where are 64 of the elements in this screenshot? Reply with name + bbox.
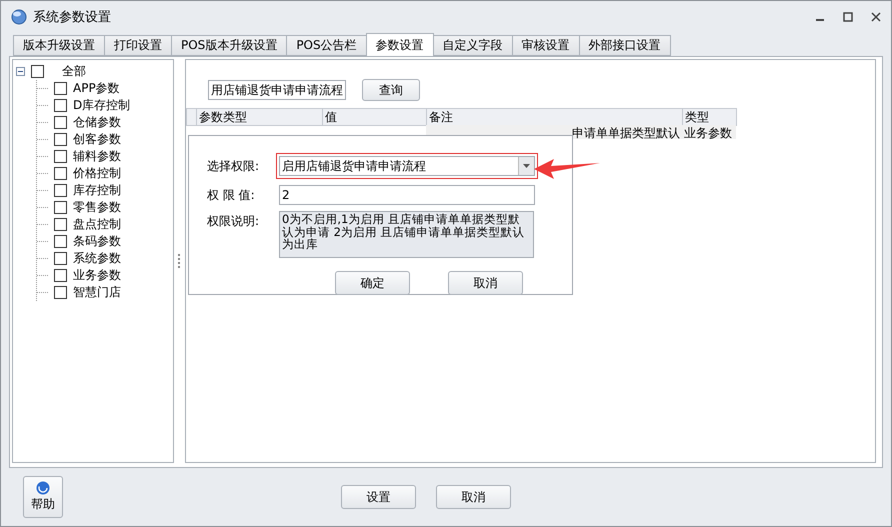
checkbox[interactable]	[54, 82, 67, 95]
pointer-arrow	[534, 159, 600, 179]
checkbox[interactable]	[54, 218, 67, 231]
tab[interactable]: 外部接口设置	[578, 35, 671, 56]
checkbox[interactable]	[54, 99, 67, 112]
help-button[interactable]: 帮助	[23, 476, 63, 518]
tree-item[interactable]: 盘点控制	[73, 216, 121, 233]
help-icon	[36, 481, 50, 495]
collapse-icon[interactable]	[16, 67, 25, 76]
checkbox[interactable]	[54, 201, 67, 214]
checkbox[interactable]	[54, 150, 67, 163]
tree-item[interactable]: 仓储参数	[73, 114, 121, 131]
tree-item[interactable]: 零售参数	[73, 199, 121, 216]
tree-item[interactable]: 库存控制	[73, 182, 121, 199]
checkbox[interactable]	[54, 286, 67, 299]
column-header: 类型	[682, 108, 737, 126]
checkbox[interactable]	[54, 252, 67, 265]
tab[interactable]: 参数设置	[366, 33, 434, 56]
close-icon[interactable]	[871, 12, 881, 22]
field-label: 权 限 值:	[207, 187, 256, 204]
description-field[interactable]: 0为不启用,1为启用 且店铺申请单单据类型默认为申请 2为启用 且店铺申请单单据类型默认为出库	[279, 211, 534, 258]
field-label: 选择权限:	[207, 158, 260, 175]
value-field[interactable]: 2	[279, 185, 535, 205]
tree-item[interactable]: 系统参数	[73, 250, 121, 267]
column-header: 值	[322, 108, 427, 126]
cancel-button[interactable]: 取消	[448, 271, 523, 295]
column-header: 备注	[426, 108, 683, 126]
checkbox[interactable]	[54, 133, 67, 146]
tree-item[interactable]: 价格控制	[73, 165, 121, 182]
tab[interactable]: 版本升级设置	[13, 35, 105, 56]
checkbox[interactable]	[54, 167, 67, 180]
permission-select[interactable]: 启用店铺退货申请申请流程	[279, 156, 535, 176]
dropdown-caret-icon	[523, 164, 530, 168]
table-cell: 业务参数	[682, 125, 736, 139]
checkbox[interactable]	[54, 269, 67, 282]
window-title: 系统参数设置	[33, 9, 111, 26]
tree-item[interactable]: 智慧门店	[73, 284, 121, 301]
tree-item[interactable]: D库存控制	[73, 97, 130, 114]
maximize-icon[interactable]	[843, 12, 853, 22]
tree-item[interactable]: 辅料参数	[73, 148, 121, 165]
column-header: 参数类型	[196, 108, 323, 126]
tab[interactable]: POS公告栏	[286, 35, 367, 56]
checkbox[interactable]	[54, 116, 67, 129]
globe-icon	[11, 9, 27, 25]
tab[interactable]: 打印设置	[104, 35, 172, 56]
tree-item[interactable]: APP参数	[73, 80, 120, 97]
settings-button[interactable]: 设置	[341, 485, 416, 509]
confirm-button[interactable]: 确定	[335, 271, 410, 295]
tree-item[interactable]: 创客参数	[73, 131, 121, 148]
checkbox[interactable]	[31, 65, 44, 78]
tree-item[interactable]: 条码参数	[73, 233, 121, 250]
query-button[interactable]: 查询	[362, 79, 420, 101]
tab[interactable]: 审核设置	[512, 35, 580, 56]
field-label: 权限说明:	[207, 213, 260, 230]
splitter-handle[interactable]	[178, 254, 181, 268]
tree-item[interactable]: 业务参数	[73, 267, 121, 284]
checkbox[interactable]	[54, 184, 67, 197]
tab[interactable]: 自定义字段	[432, 35, 513, 56]
search-field[interactable]: 用店铺退货申请申请流程	[208, 80, 346, 100]
tree-item[interactable]: 全部	[62, 63, 86, 80]
header-corner	[186, 108, 197, 126]
checkbox[interactable]	[54, 235, 67, 248]
cancel-button[interactable]: 取消	[436, 485, 511, 509]
tab[interactable]: POS版本升级设置	[171, 35, 288, 56]
